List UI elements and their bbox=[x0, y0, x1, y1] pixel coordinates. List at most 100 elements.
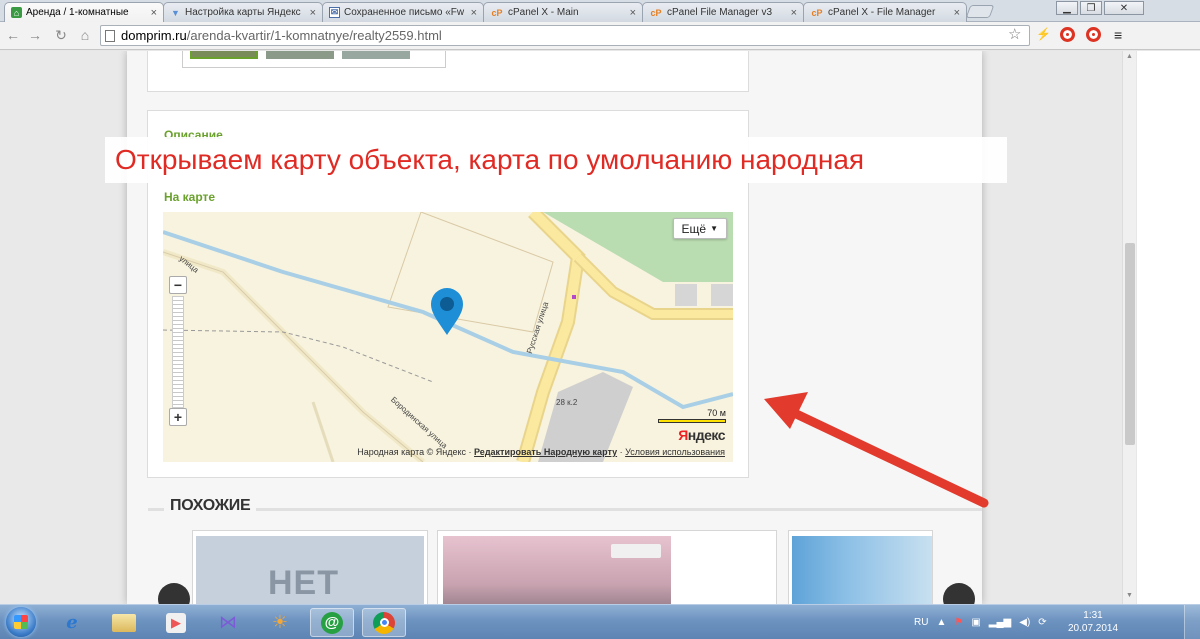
maximize-button[interactable]: ❐ bbox=[1080, 1, 1102, 15]
sun-app-icon[interactable]: ☀ bbox=[258, 608, 302, 637]
show-desktop-button[interactable] bbox=[1184, 605, 1200, 639]
yandex-icon: ▼ bbox=[171, 7, 180, 18]
map-building-3 bbox=[711, 284, 733, 306]
opera-extension-icon[interactable] bbox=[1060, 27, 1075, 42]
zoom-out-button[interactable]: − bbox=[169, 276, 187, 294]
tab-close-icon[interactable]: × bbox=[471, 7, 477, 19]
clock-date: 20.07.2014 bbox=[1068, 623, 1119, 634]
reload-icon[interactable]: ↻ bbox=[52, 27, 70, 44]
chrome-icon[interactable] bbox=[362, 608, 406, 637]
map-block-outline bbox=[387, 212, 554, 333]
tab-close-icon[interactable]: × bbox=[310, 7, 316, 19]
visual-studio-icon[interactable]: ⋈ bbox=[206, 608, 250, 637]
play-shape: ▶ bbox=[166, 612, 186, 633]
similar-listing-3[interactable] bbox=[788, 530, 933, 604]
home-icon[interactable]: ⌂ bbox=[76, 27, 94, 43]
yandex-map[interactable]: Русская улица Бородинская улица улица 28… bbox=[163, 212, 733, 462]
map-more-button[interactable]: Ещё ▼ bbox=[672, 218, 727, 239]
back-icon[interactable]: ← bbox=[4, 27, 22, 43]
vertical-scrollbar[interactable]: ▲ ▼ bbox=[1122, 51, 1136, 604]
scale-label: 70 м bbox=[707, 408, 726, 418]
terms-of-use-link[interactable]: Условия использования bbox=[625, 447, 725, 457]
thumbnail-strip bbox=[182, 51, 446, 68]
scroll-up-icon[interactable]: ▲ bbox=[1126, 53, 1133, 60]
tab-title: cPanel X - Main bbox=[508, 7, 579, 18]
clock-time: 1:31 bbox=[1083, 610, 1103, 621]
map-canvas bbox=[163, 212, 733, 462]
close-window-button[interactable]: ✕ bbox=[1104, 1, 1144, 15]
map-building-2 bbox=[675, 284, 697, 306]
bookmark-star-icon[interactable]: ☆ bbox=[1008, 25, 1021, 43]
action-center-flag-icon[interactable]: ⚑ bbox=[954, 617, 963, 628]
map-side-road bbox=[311, 401, 335, 462]
tab-close-icon[interactable]: × bbox=[630, 7, 636, 19]
map-road-borodinskaya bbox=[163, 249, 425, 462]
language-indicator[interactable]: RU bbox=[914, 617, 928, 628]
forward-icon[interactable]: → bbox=[26, 27, 44, 43]
yandex-logo-initial: Я bbox=[678, 427, 688, 443]
cpanel-icon: cP bbox=[650, 7, 662, 18]
map-railway bbox=[163, 329, 434, 383]
similar-listing-1[interactable]: НЕТ bbox=[192, 530, 428, 604]
show-hidden-icons-icon[interactable]: ▲ bbox=[936, 617, 946, 628]
browser-toolbar: ← → ↻ ⌂ domprim.ru/arenda-kvartir/1-komn… bbox=[0, 22, 1200, 50]
minimize-button[interactable]: ▁ bbox=[1056, 1, 1078, 15]
system-clock[interactable]: 1:31 20.07.2014 bbox=[1068, 609, 1118, 635]
scale-bar bbox=[658, 419, 726, 423]
tab-yandex-settings[interactable]: ▼ Настройка карты Яндекс × bbox=[163, 2, 323, 22]
menu-icon[interactable]: ≡ bbox=[1114, 27, 1122, 43]
start-button[interactable] bbox=[6, 607, 36, 637]
edit-people-map-link[interactable]: Редактировать Народную карту bbox=[474, 447, 617, 457]
url-host: domprim.ru bbox=[121, 28, 187, 43]
media-player-icon[interactable]: ▶ bbox=[154, 608, 198, 637]
tab-title: Аренда / 1-комнатные bbox=[26, 7, 129, 18]
new-tab-button[interactable] bbox=[965, 5, 995, 18]
tab-cpanel-main[interactable]: cP cPanel X - Main × bbox=[483, 2, 643, 22]
thumbnail-2[interactable] bbox=[266, 51, 334, 59]
tab-title: Настройка карты Яндекс bbox=[185, 7, 301, 18]
sync-icon[interactable]: ⟳ bbox=[1038, 617, 1046, 628]
zoom-slider-track[interactable] bbox=[172, 296, 184, 408]
divider bbox=[148, 508, 164, 511]
mail-icon: ✉ bbox=[329, 7, 340, 18]
tab-cpanel-filemanager-v3[interactable]: cP cPanel File Manager v3 × bbox=[642, 2, 804, 22]
chrome-center-shape bbox=[379, 618, 389, 627]
address-bar[interactable]: domprim.ru/arenda-kvartir/1-komnatnye/re… bbox=[100, 25, 1030, 46]
yandex-logo-rest: ндекс bbox=[687, 427, 726, 443]
tab-close-icon[interactable]: × bbox=[791, 7, 797, 19]
file-explorer-icon[interactable] bbox=[102, 608, 146, 637]
similar-listing-2[interactable] bbox=[437, 530, 777, 604]
scroll-down-icon[interactable]: ▼ bbox=[1126, 592, 1133, 599]
volume-icon[interactable]: ◀) bbox=[1019, 617, 1030, 628]
divider bbox=[256, 508, 982, 511]
signal-icon[interactable]: ▂▄▆ bbox=[989, 617, 1011, 628]
copyright-separator: · bbox=[617, 447, 626, 457]
tab-arenda[interactable]: ⌂ Аренда / 1-комнатные × bbox=[4, 2, 164, 22]
tab-saved-mail[interactable]: ✉ Сохраненное письмо «Fw × bbox=[322, 2, 484, 22]
map-copyright: Народная карта © Яндекс · Редактировать … bbox=[357, 447, 725, 457]
cpanel-icon: cP bbox=[491, 7, 503, 18]
system-tray: RU ▲ ⚑ ▣ ▂▄▆ ◀) ⟳ bbox=[914, 608, 1047, 637]
internet-explorer-icon[interactable]: e bbox=[50, 608, 94, 637]
map-scale: 70 м bbox=[658, 408, 726, 423]
page-icon bbox=[105, 29, 115, 42]
zoom-in-button[interactable]: + bbox=[169, 408, 187, 426]
yandex-logo: Яндекс bbox=[678, 427, 725, 443]
tab-close-icon[interactable]: × bbox=[151, 7, 157, 19]
right-gutter bbox=[1137, 51, 1200, 604]
mail-agent-icon[interactable]: @ bbox=[310, 608, 354, 637]
listing-photo bbox=[443, 536, 671, 604]
no-image-placeholder: НЕТ bbox=[196, 536, 424, 604]
tab-title: cPanel X - File Manager bbox=[828, 7, 936, 18]
tab-cpanel-filemanager[interactable]: cP cPanel X - File Manager × bbox=[803, 2, 967, 22]
thumbnail-1[interactable] bbox=[190, 51, 258, 59]
url-path: /arenda-kvartir/1-komnatnye/realty2559.h… bbox=[186, 28, 442, 43]
chevron-down-icon: ▼ bbox=[710, 224, 718, 233]
scrollbar-thumb[interactable] bbox=[1125, 243, 1135, 445]
tutorial-caption: Открываем карту объекта, карта по умолча… bbox=[105, 137, 1007, 183]
tab-close-icon[interactable]: × bbox=[954, 7, 960, 19]
opera-extension-icon-2[interactable] bbox=[1086, 27, 1101, 42]
lightning-extension-icon[interactable]: ⚡ bbox=[1036, 27, 1051, 41]
network-adapter-icon[interactable]: ▣ bbox=[971, 617, 980, 628]
thumbnail-3[interactable] bbox=[342, 51, 410, 59]
